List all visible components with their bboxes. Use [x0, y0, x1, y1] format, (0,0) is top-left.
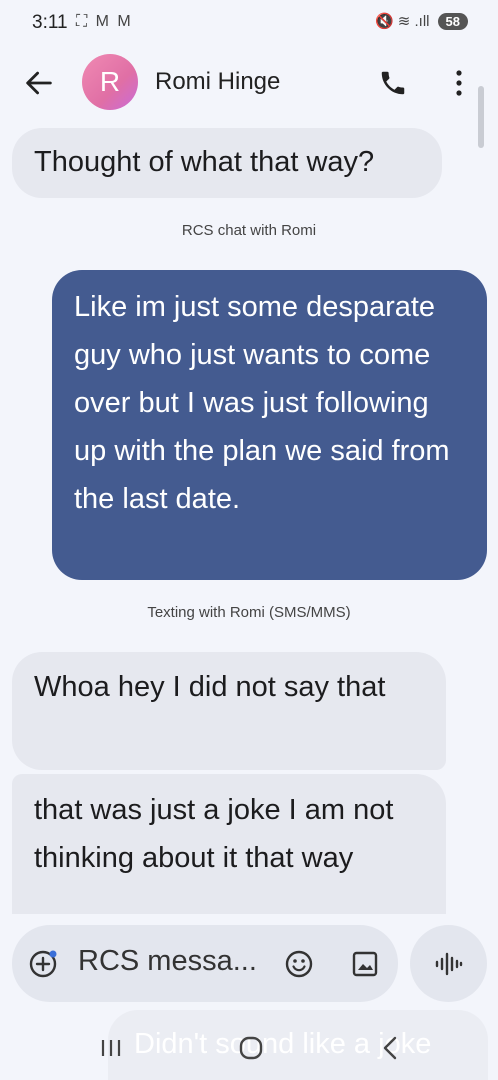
voice-message-button[interactable] — [410, 925, 487, 1002]
message-composer[interactable]: RCS messa... — [12, 925, 398, 1002]
message-bubble-incoming[interactable]: Whoa hey I did not say that — [12, 652, 446, 770]
status-bar: 3:11 ⛶ M M 🔇 ≋ .ıll 58 — [0, 0, 498, 46]
image-icon — [352, 951, 378, 977]
gallery-button[interactable] — [350, 949, 380, 979]
home-icon[interactable] — [238, 1035, 264, 1061]
add-circle-icon — [29, 950, 57, 978]
sms-chat-label: Texting with Romi (SMS/MMS) — [147, 604, 351, 621]
add-attachment-button[interactable] — [28, 949, 58, 979]
waveform-icon — [435, 952, 463, 976]
status-time: 3:11 — [32, 12, 68, 33]
conversation-header: R Romi Hinge — [0, 48, 498, 116]
more-options-button[interactable] — [452, 68, 466, 98]
back-button[interactable] — [22, 66, 56, 100]
call-button[interactable] — [378, 68, 408, 98]
message-bubble-incoming[interactable]: Thought of what that way? — [12, 128, 442, 198]
more-vertical-icon — [456, 70, 462, 96]
scrollbar[interactable] — [478, 86, 484, 148]
system-icons: 🔇 ≋ .ıll 58 — [375, 12, 468, 30]
notification-icons: ⛶ M M — [76, 13, 133, 30]
emoji-button[interactable] — [284, 949, 314, 979]
navigation-bar — [0, 1025, 498, 1070]
avatar[interactable]: R — [82, 54, 138, 110]
arrow-left-icon — [26, 71, 52, 95]
emoji-icon — [285, 950, 313, 978]
signal-icons: 🔇 ≋ .ıll — [374, 13, 430, 30]
back-nav-icon[interactable] — [380, 1035, 400, 1061]
message-bubble-outgoing[interactable]: Like im just some desparate guy who just… — [52, 270, 487, 580]
message-input[interactable]: RCS messa... — [78, 945, 257, 978]
rcs-chat-label: RCS chat with Romi — [181, 222, 317, 239]
phone-icon — [381, 71, 405, 95]
recent-apps-icon[interactable] — [100, 1037, 122, 1059]
message-bubble-incoming[interactable]: that was just a joke I am not thinking a… — [12, 774, 446, 914]
battery-indicator: 58 — [437, 12, 468, 30]
contact-name[interactable]: Romi Hinge — [155, 68, 280, 96]
